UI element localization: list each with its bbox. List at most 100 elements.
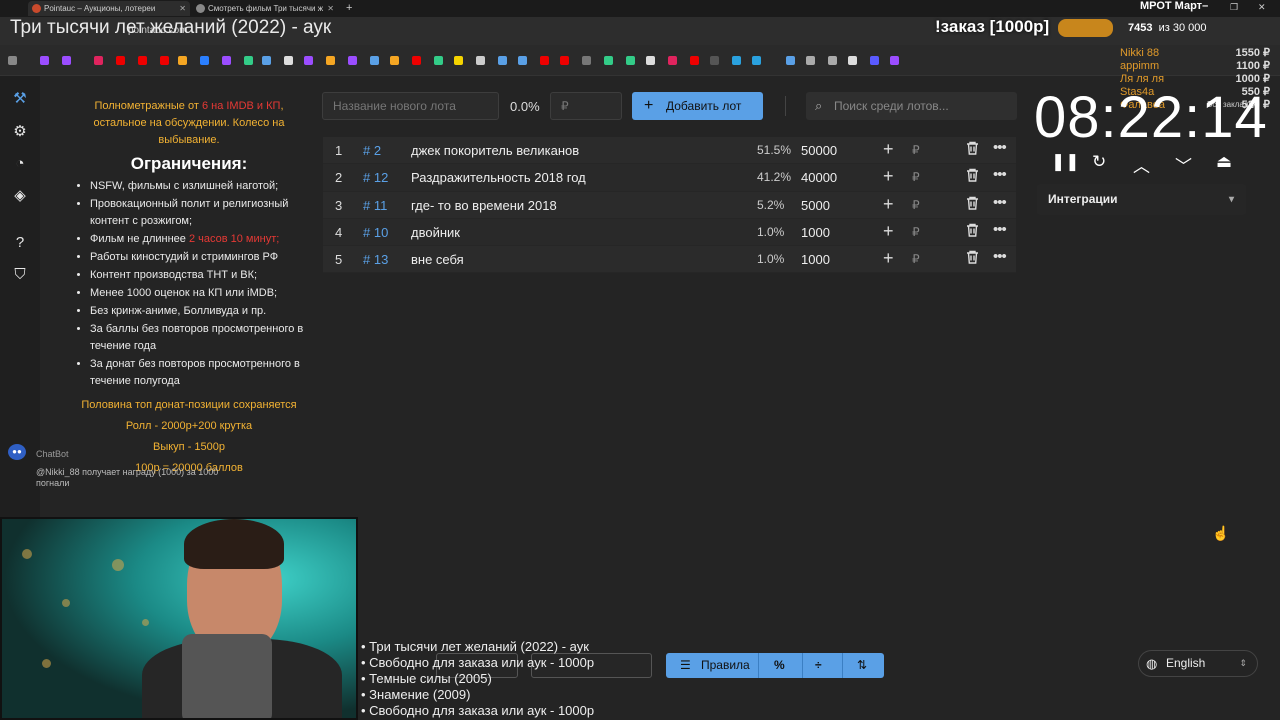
bookmark-icon[interactable]: [540, 56, 549, 65]
add-time-chevron-up-icon[interactable]: ︿: [1133, 152, 1150, 177]
bookmark-icon[interactable]: [690, 56, 699, 65]
bookmark-icon[interactable]: [348, 56, 357, 65]
lot-id-link[interactable]: # 11: [363, 198, 387, 213]
delete-lot-icon[interactable]: [966, 250, 979, 267]
bookmark-icon[interactable]: [890, 56, 899, 65]
bookmark-icon[interactable]: [848, 56, 857, 65]
subtract-time-chevron-down-icon[interactable]: ﹀: [1175, 152, 1192, 177]
lot-amount[interactable]: 1000: [801, 252, 830, 267]
lot-id-link[interactable]: # 10: [363, 225, 388, 240]
new-lot-amount-input[interactable]: ₽: [550, 92, 622, 120]
new-lot-input[interactable]: Название нового лота: [322, 92, 499, 120]
bookmark-icon[interactable]: [178, 56, 187, 65]
bookmark-icon[interactable]: [752, 56, 761, 65]
bookmark-icon[interactable]: [62, 56, 71, 65]
bookmark-icon[interactable]: [390, 56, 399, 65]
bookmark-icon[interactable]: [732, 56, 741, 65]
bookmark-icon[interactable]: [304, 56, 313, 65]
lot-name[interactable]: вне себя: [411, 252, 464, 267]
add-amount-icon[interactable]: +: [883, 221, 894, 242]
lot-name[interactable]: двойник: [411, 225, 460, 240]
lot-currency[interactable]: ₽: [912, 143, 920, 157]
bookmark-icon[interactable]: [560, 56, 569, 65]
auction-hammer-icon[interactable]: ⚒: [10, 88, 30, 108]
settings-gear-icon[interactable]: ⚙: [10, 121, 30, 141]
shield-icon[interactable]: ⛉: [10, 264, 30, 284]
bookmark-icon[interactable]: [370, 56, 379, 65]
bookmark-icon[interactable]: [244, 56, 253, 65]
delete-lot-icon[interactable]: [966, 141, 979, 158]
bookmark-icon[interactable]: [786, 56, 795, 65]
wheel-pie-icon[interactable]: ◔: [10, 153, 30, 173]
bookmark-icon[interactable]: [200, 56, 209, 65]
delete-lot-icon[interactable]: [966, 223, 979, 240]
lot-name[interactable]: Раздражительность 2018 год: [411, 170, 586, 185]
bookmark-icon[interactable]: [138, 56, 147, 65]
lot-currency[interactable]: ₽: [912, 198, 920, 212]
sort-icon[interactable]: ⇅: [857, 653, 867, 678]
close-tab-icon[interactable]: ✕: [327, 1, 334, 16]
bookmark-icon[interactable]: [434, 56, 443, 65]
bookmark-icon[interactable]: [498, 56, 507, 65]
lot-id-link[interactable]: # 2: [363, 143, 381, 158]
bookmark-icon[interactable]: [454, 56, 463, 65]
lot-amount[interactable]: 40000: [801, 170, 837, 185]
bookmark-icon[interactable]: [116, 56, 125, 65]
bookmark-icon[interactable]: [668, 56, 677, 65]
add-lot-button[interactable]: + Добавить лот: [632, 92, 763, 120]
bookmark-icon[interactable]: [806, 56, 815, 65]
bookmark-icon[interactable]: [94, 56, 103, 65]
pause-icon[interactable]: ❚❚: [1051, 152, 1080, 172]
bookmark-icon[interactable]: [582, 56, 591, 65]
bookmark-icon[interactable]: [710, 56, 719, 65]
rules-icon[interactable]: ☰: [680, 653, 691, 678]
delete-lot-icon[interactable]: [966, 168, 979, 185]
more-options-icon[interactable]: •••: [993, 248, 1007, 265]
add-amount-icon[interactable]: +: [883, 166, 894, 187]
lot-id-link[interactable]: # 12: [363, 170, 388, 185]
new-tab-icon[interactable]: +: [344, 1, 358, 16]
bookmark-icon[interactable]: [828, 56, 837, 65]
more-options-icon[interactable]: •••: [993, 194, 1007, 211]
bookmark-icon[interactable]: [604, 56, 613, 65]
double-chevron-up-icon[interactable]: ⏏: [1216, 152, 1232, 172]
lot-currency[interactable]: ₽: [912, 170, 920, 184]
search-lots-input[interactable]: ⌕ Поиск среди лотов...: [806, 92, 1017, 120]
bookmark-icon[interactable]: [476, 56, 485, 65]
apps-grid-icon[interactable]: [8, 56, 17, 65]
add-amount-icon[interactable]: +: [883, 248, 894, 269]
lot-amount[interactable]: 5000: [801, 198, 830, 213]
more-options-icon[interactable]: •••: [993, 139, 1007, 156]
bookmark-icon[interactable]: [222, 56, 231, 65]
bookmark-icon[interactable]: [518, 56, 527, 65]
integrations-accordion[interactable]: Интеграции ▾: [1037, 184, 1246, 215]
layers-icon[interactable]: ◈: [10, 185, 30, 205]
tab-pointauc[interactable]: Pointauc – Аукционы, лотереи ✕: [28, 1, 190, 16]
lot-id-link[interactable]: # 13: [363, 252, 388, 267]
add-amount-icon[interactable]: +: [883, 139, 894, 160]
lot-name[interactable]: где- то во времени 2018: [411, 198, 557, 213]
delete-lot-icon[interactable]: [966, 196, 979, 213]
percent-toggle-icon[interactable]: %: [774, 653, 785, 678]
split-icon[interactable]: ÷: [815, 653, 822, 678]
more-options-icon[interactable]: •••: [993, 221, 1007, 238]
rules-button[interactable]: Правила: [701, 653, 750, 678]
lot-amount[interactable]: 50000: [801, 143, 837, 158]
lot-currency[interactable]: ₽: [912, 252, 920, 266]
bookmark-icon[interactable]: [284, 56, 293, 65]
restore-window-icon[interactable]: ❐: [1230, 2, 1238, 13]
help-icon[interactable]: ?: [10, 232, 30, 252]
bookmark-icon[interactable]: [870, 56, 879, 65]
more-options-icon[interactable]: •••: [993, 166, 1007, 183]
bookmark-icon[interactable]: [40, 56, 49, 65]
language-select[interactable]: ◍ English ⇕: [1138, 650, 1258, 677]
bookmark-icon[interactable]: [646, 56, 655, 65]
reset-icon[interactable]: ↻: [1092, 152, 1106, 172]
close-window-icon[interactable]: ✕: [1258, 2, 1266, 13]
bookmark-icon[interactable]: [326, 56, 335, 65]
bookmark-icon[interactable]: [626, 56, 635, 65]
bookmark-icon[interactable]: [160, 56, 169, 65]
bookmark-icon[interactable]: [412, 56, 421, 65]
lot-name[interactable]: джек покоритель великанов: [411, 143, 579, 158]
lot-currency[interactable]: ₽: [912, 225, 920, 239]
